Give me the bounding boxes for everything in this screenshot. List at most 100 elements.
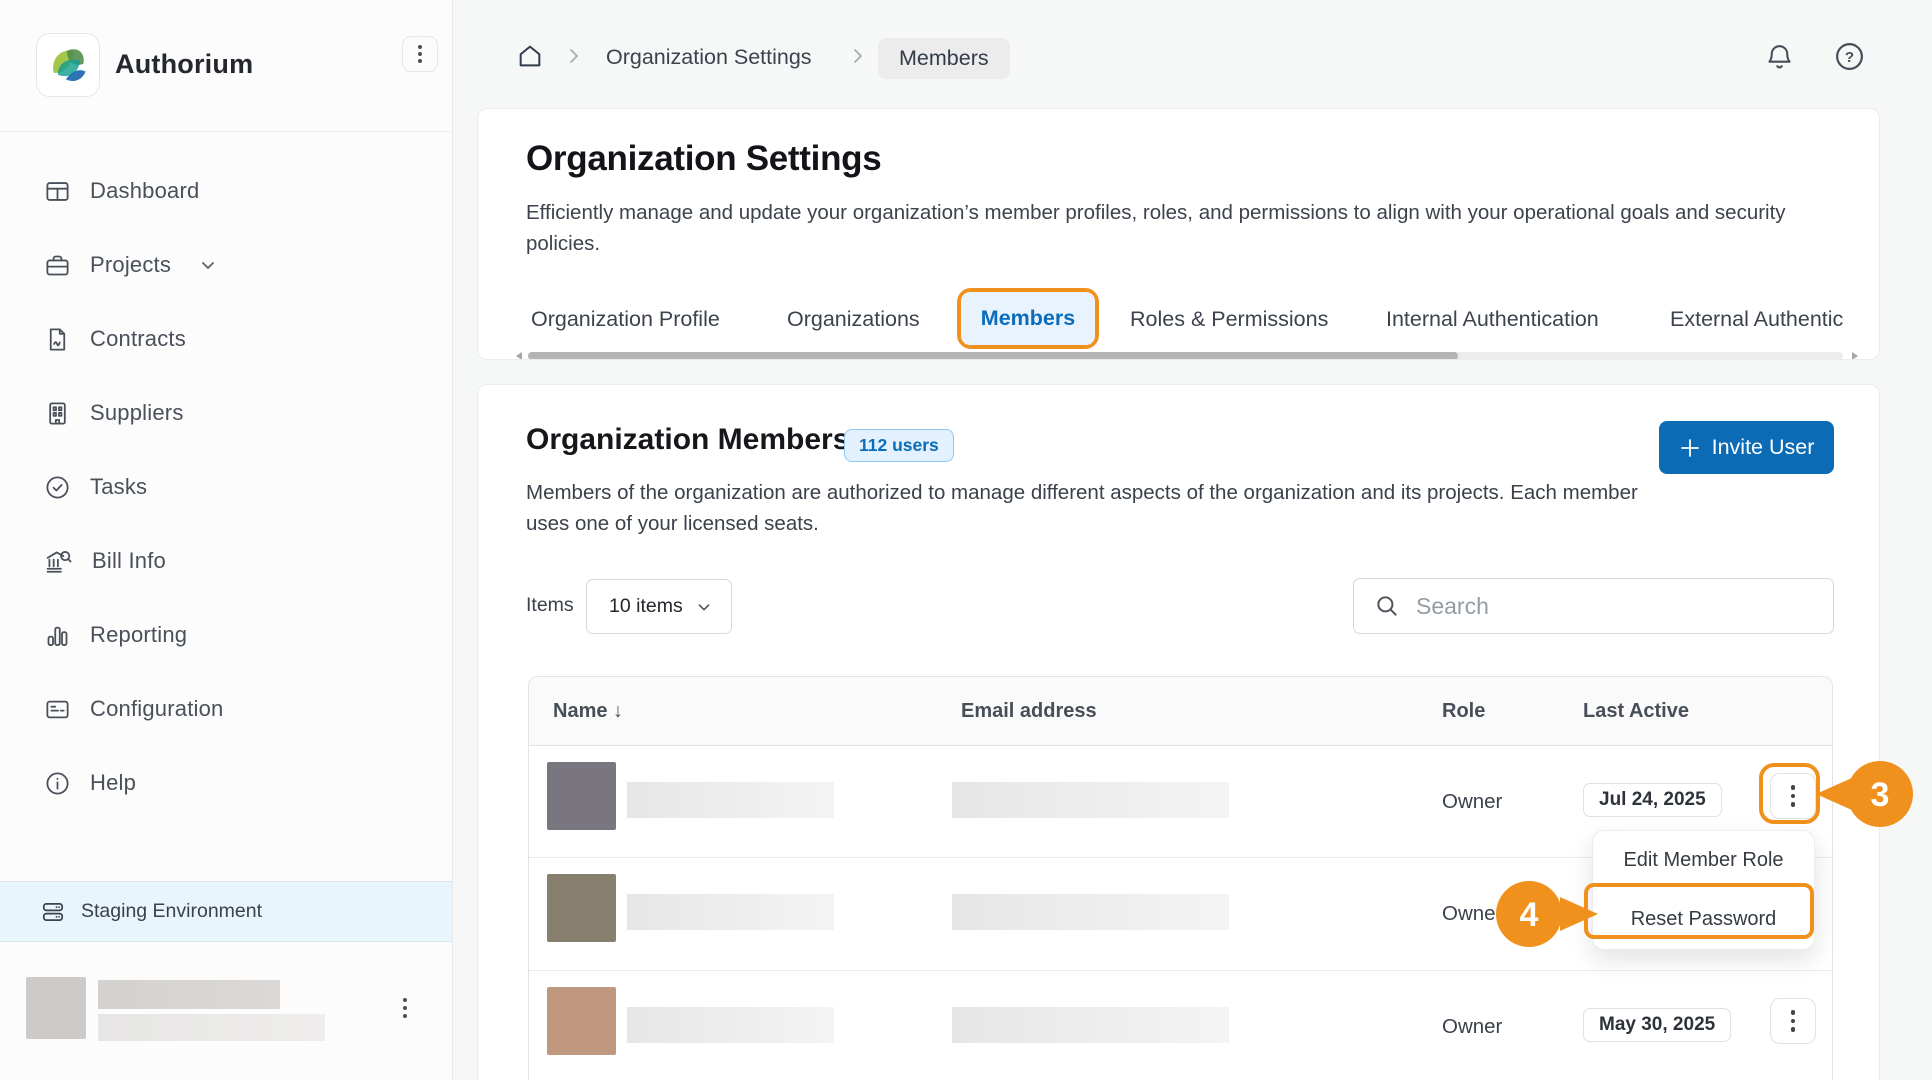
tab-scroll-left-arrow-icon[interactable] [516,352,522,360]
environment-label: Staging Environment [81,900,262,923]
items-per-page-select[interactable]: 10 items [586,579,732,634]
avatar [547,762,616,830]
invite-user-button[interactable]: Invite User [1659,421,1834,474]
name-placeholder [627,894,834,930]
sidebar-item-label: Dashboard [90,178,199,204]
breadcrumb-organization-settings[interactable]: Organization Settings [606,45,812,70]
users-count-badge: 112 users [844,429,954,462]
search-input[interactable] [1414,592,1813,621]
home-icon [516,42,544,70]
table-row: Owner May 30, 2025 [529,971,1832,1080]
sidebar-divider [0,131,452,132]
sort-desc-arrow-icon: ↓ [613,700,623,722]
menu-item-edit-member-role[interactable]: Edit Member Role [1593,831,1814,890]
breadcrumb-members[interactable]: Members [878,38,1010,79]
sidebar-item-bill-info[interactable]: Bill Info [0,524,452,598]
tab-internal-authentication[interactable]: Internal Authentication [1386,307,1599,332]
sidebar-item-label: Configuration [90,696,223,722]
table-header-row: Name ↓ Email address Role Last Active [529,677,1832,746]
svg-text:?: ? [1845,49,1854,66]
menu-item-reset-password[interactable]: Reset Password [1593,890,1814,949]
role-cell: Owner [1442,858,1502,969]
page-header-card: Organization Settings Efficiently manage… [477,108,1880,360]
last-active-chip: May 30, 2025 [1583,1008,1731,1042]
sidebar-item-label: Reporting [90,622,187,648]
user-email-placeholder [98,1014,325,1041]
configuration-icon [44,696,71,723]
members-heading: Organization Members [526,423,849,457]
email-placeholder [952,894,1229,930]
sidebar-item-label: Tasks [90,474,147,500]
breadcrumb-separator-icon [566,47,582,65]
name-placeholder [627,782,834,818]
column-header-last-active[interactable]: Last Active [1583,677,1689,745]
authorium-leaf-logo [46,43,90,87]
column-header-name[interactable]: Name ↓ [553,677,623,745]
user-avatar-placeholder [26,977,86,1039]
items-per-page-label: Items [526,594,574,617]
sidebar-item-help[interactable]: Help [0,746,452,820]
tab-external-authentication[interactable]: External Authentic [1670,307,1843,332]
help-button[interactable]: ? [1833,40,1866,73]
sidebar-item-contracts[interactable]: Contracts [0,302,452,376]
tab-scrollbar-thumb[interactable] [528,352,1458,360]
sidebar-item-label: Contracts [90,326,186,352]
sidebar-item-configuration[interactable]: Configuration [0,672,452,746]
sidebar-item-suppliers[interactable]: Suppliers [0,376,452,450]
tab-members-highlight-ring[interactable]: Members [957,288,1099,349]
contracts-icon [44,326,71,353]
name-placeholder [627,1007,834,1043]
tab-scrollbar-track[interactable] [528,352,1843,360]
sidebar-item-projects[interactable]: Projects [0,228,452,302]
search-icon [1374,593,1400,619]
search-box [1353,578,1834,634]
email-placeholder [952,1007,1229,1043]
last-active-chip: Jul 24, 2025 [1583,783,1722,817]
environment-banner[interactable]: Staging Environment [0,881,452,942]
user-menu-kebab-button[interactable] [399,994,411,1022]
chevron-down-icon [198,255,218,275]
brand-name: Authorium [115,49,253,80]
column-header-role[interactable]: Role [1442,677,1485,745]
app-root: Authorium Dashboard Projects Contracts [0,0,1932,1080]
members-card: Organization Members 112 users Invite Us… [477,384,1880,1080]
role-cell: Owner [1442,746,1502,857]
items-per-page-value: 10 items [609,595,683,618]
reporting-icon [44,622,71,649]
tab-organization-profile[interactable]: Organization Profile [531,307,720,332]
avatar [547,874,616,942]
info-icon [44,770,71,797]
sidebar-item-label: Help [90,770,136,796]
dashboard-icon [44,178,71,205]
page-title: Organization Settings [526,139,881,179]
sidebar-item-dashboard[interactable]: Dashboard [0,154,452,228]
avatar [547,987,616,1055]
chevron-down-icon [695,598,713,616]
sidebar-item-label: Bill Info [92,548,166,574]
sidebar-item-reporting[interactable]: Reporting [0,598,452,672]
row-actions-kebab-button[interactable] [1770,998,1816,1044]
server-icon [40,899,66,925]
tab-organizations[interactable]: Organizations [787,307,920,332]
row-actions-kebab-button[interactable] [1770,773,1816,819]
page-description: Efficiently manage and update your organ… [526,197,1816,259]
sidebar-kebab-button[interactable] [402,36,438,72]
projects-icon [44,252,71,279]
breadcrumb-home-button[interactable] [516,42,544,70]
notifications-button[interactable] [1764,41,1795,72]
bill-info-icon [44,547,73,576]
row-actions-menu: Edit Member Role Reset Password [1592,830,1815,950]
members-description: Members of the organization are authoriz… [526,477,1646,539]
tab-roles-permissions[interactable]: Roles & Permissions [1130,307,1328,332]
suppliers-icon [44,400,71,427]
column-header-email[interactable]: Email address [961,677,1097,745]
sidebar-item-tasks[interactable]: Tasks [0,450,452,524]
tasks-icon [44,474,71,501]
sidebar-item-label: Suppliers [90,400,184,426]
tab-scroll-right-arrow-icon[interactable] [1852,352,1858,360]
bell-icon [1764,41,1795,72]
help-circle-icon: ? [1833,40,1866,73]
plus-icon [1679,437,1701,459]
role-cell: Owner [1442,971,1502,1080]
tab-members[interactable]: Members [961,292,1095,345]
